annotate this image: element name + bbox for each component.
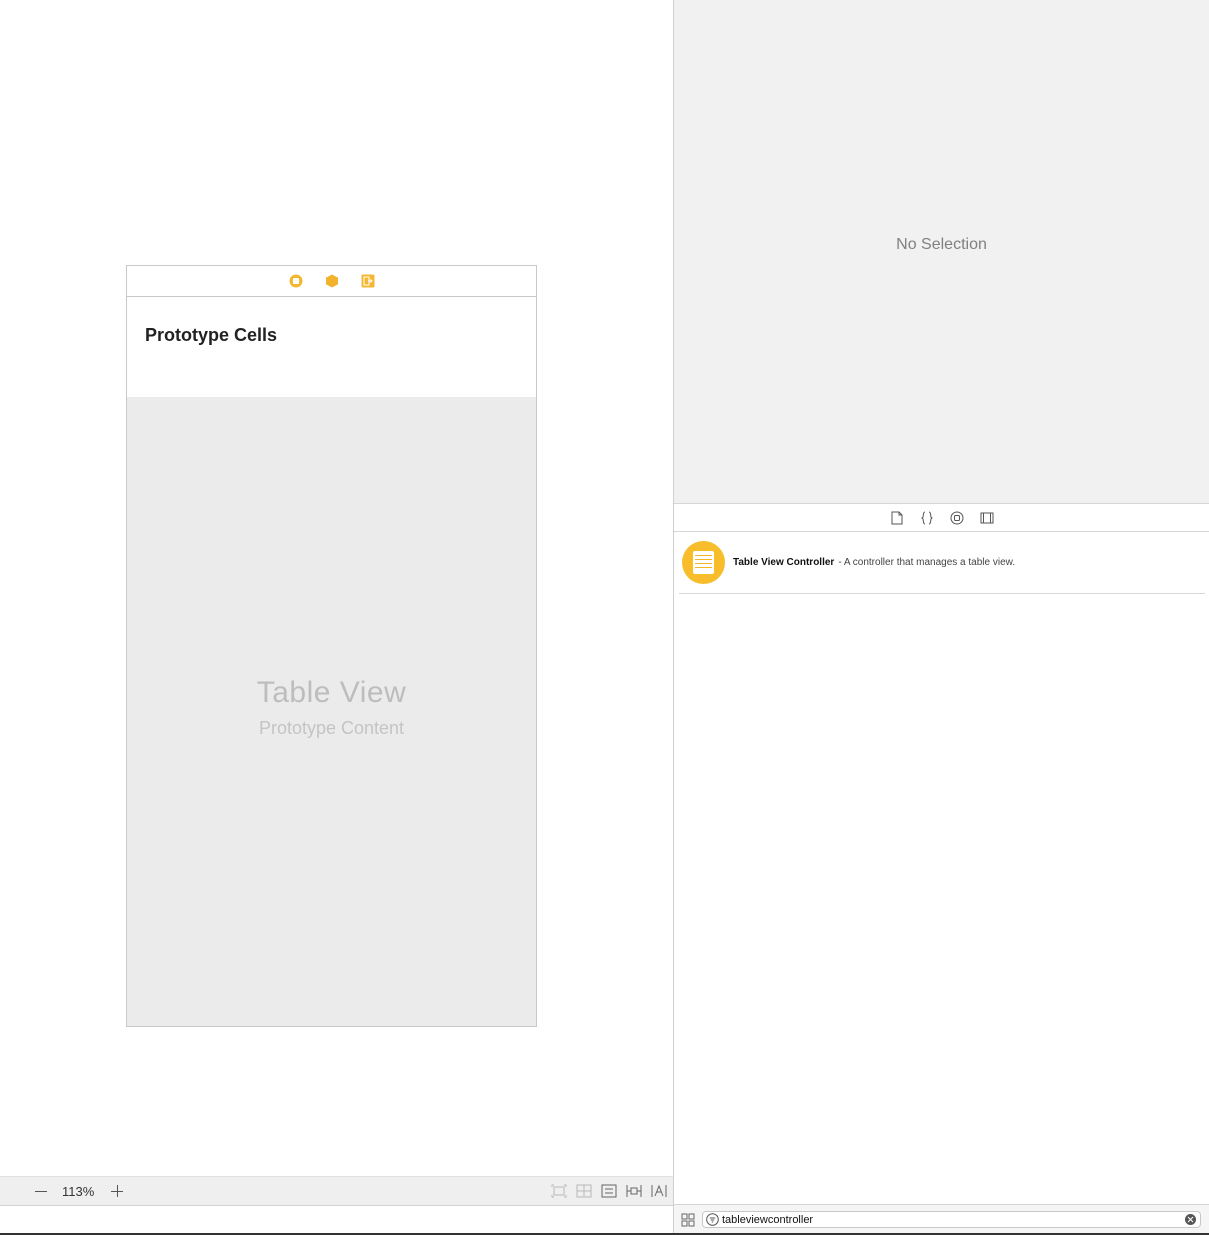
library-filter-field[interactable] [702,1211,1201,1228]
add-constraints-icon[interactable] [625,1183,642,1199]
zoom-in-button[interactable] [108,1183,126,1199]
zoom-level[interactable]: 113% [62,1184,94,1199]
exit-icon[interactable] [360,273,376,289]
library-tab-bar [674,504,1209,532]
media-library-icon[interactable] [979,510,995,526]
storyboard-canvas[interactable]: Prototype Cells Table View Prototype Con… [0,0,673,1176]
table-view-controller-icon [682,541,725,584]
file-template-icon[interactable] [889,510,905,526]
library-filter-bar [674,1204,1209,1233]
align-icon[interactable] [600,1183,617,1199]
table-view-controller-scene[interactable]: Prototype Cells Table View Prototype Con… [126,265,537,1027]
clear-filter-icon[interactable] [1185,1214,1196,1225]
scene-dock [127,266,536,297]
canvas-bottom-bar: 113% [0,1176,673,1206]
object-library-list: Table View Controller - A controller that… [674,532,1209,1204]
view-controller-icon[interactable] [288,273,304,289]
update-frames-icon[interactable] [550,1183,567,1199]
prototype-cells-title: Prototype Cells [145,325,278,345]
inspector-pane: No Selection [674,0,1209,504]
grid-view-toggle-icon[interactable] [681,1213,695,1227]
table-view-placeholder: Table View Prototype Content [127,676,536,739]
placeholder-subtitle: Prototype Content [258,718,405,738]
filter-icon [706,1213,719,1226]
library-item-name: Table View Controller [733,557,835,568]
no-selection-label: No Selection [896,236,987,253]
embed-in-stack-icon[interactable] [575,1183,592,1199]
library-item-table-view-controller[interactable]: Table View Controller - A controller that… [679,532,1205,594]
zoom-out-button[interactable] [32,1183,50,1199]
prototype-cells-header[interactable]: Prototype Cells [127,297,536,397]
library-item-description: - A controller that manages a table view… [838,557,1016,568]
object-library-icon[interactable] [949,510,965,526]
first-responder-icon[interactable] [324,273,340,289]
resolve-issues-icon[interactable] [650,1183,667,1199]
library-filter-input[interactable] [722,1212,1178,1227]
placeholder-title: Table View [256,676,407,709]
library-item-text: Table View Controller - A controller that… [733,557,1015,568]
layout-tools [550,1183,667,1199]
code-snippet-icon[interactable] [919,510,935,526]
